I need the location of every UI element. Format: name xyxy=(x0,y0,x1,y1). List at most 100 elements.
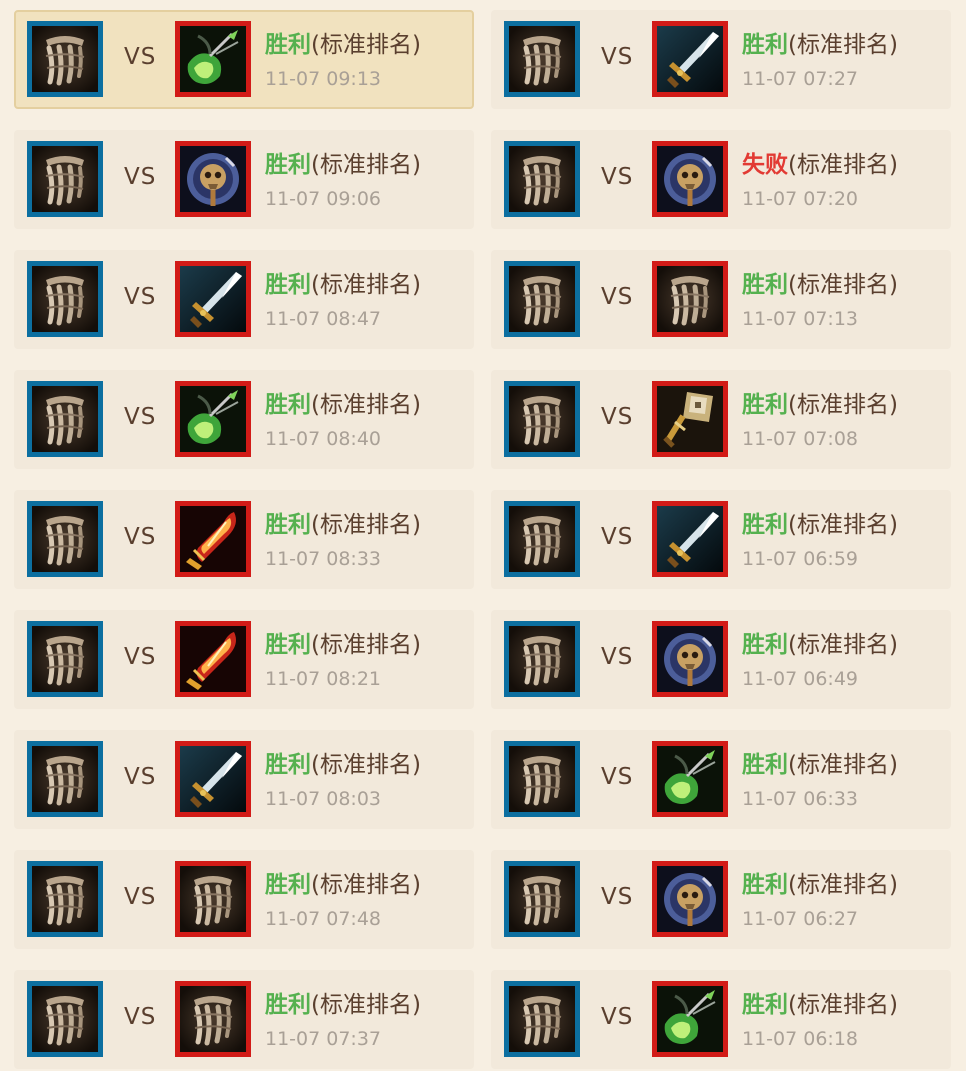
bone-claw-icon xyxy=(32,26,98,92)
match-card[interactable]: VS 胜利(标准排名) 11-07 08:40 xyxy=(14,370,474,469)
player-hero-frame xyxy=(504,141,580,217)
match-time: 11-07 08:03 xyxy=(265,788,382,810)
match-time: 11-07 07:20 xyxy=(742,188,859,210)
match-card[interactable]: VS 胜利(标准排名) 11-07 09:06 xyxy=(14,130,474,229)
vs-label: VS xyxy=(601,1004,634,1030)
match-time: 11-07 07:37 xyxy=(265,1028,382,1050)
match-mode: (标准排名) xyxy=(311,992,421,1018)
opponent-hero-frame xyxy=(175,501,251,577)
match-result: 胜利 xyxy=(742,32,788,58)
vs-label: VS xyxy=(124,884,157,910)
player-hero-frame xyxy=(504,21,580,97)
vs-label: VS xyxy=(601,44,634,70)
match-result: 胜利 xyxy=(742,272,788,298)
vs-label: VS xyxy=(601,884,634,910)
match-mode: (标准排名) xyxy=(788,152,898,178)
match-card[interactable]: VS 胜利(标准排名) 11-07 08:47 xyxy=(14,250,474,349)
match-time: 11-07 08:21 xyxy=(265,668,382,690)
player-hero-frame xyxy=(504,381,580,457)
match-title: 胜利(标准排名) xyxy=(265,625,421,659)
match-result: 胜利 xyxy=(742,992,788,1018)
vs-label: VS xyxy=(124,1004,157,1030)
match-card[interactable]: VS 胜利(标准排名) 11-07 06:33 xyxy=(491,730,951,829)
vs-label: VS xyxy=(601,404,634,430)
opponent-hero-frame xyxy=(175,381,251,457)
match-card[interactable]: VS 胜利(标准排名) 11-07 09:13 xyxy=(14,10,474,109)
match-card[interactable]: VS 胜利(标准排名) 11-07 07:48 xyxy=(14,850,474,949)
match-card[interactable]: VS 胜利(标准排名) 11-07 07:27 xyxy=(491,10,951,109)
match-title: 胜利(标准排名) xyxy=(265,865,421,899)
player-hero-frame xyxy=(504,501,580,577)
match-mode: (标准排名) xyxy=(788,632,898,658)
bone-claw-icon xyxy=(657,266,723,332)
match-mode: (标准排名) xyxy=(311,632,421,658)
opponent-hero-frame xyxy=(652,621,728,697)
golden-hammer-icon xyxy=(657,386,723,452)
match-card[interactable]: VS 胜利(标准排名) 11-07 08:03 xyxy=(14,730,474,829)
match-time: 11-07 06:49 xyxy=(742,668,859,690)
match-card[interactable]: VS 胜利(标准排名) 11-07 06:27 xyxy=(491,850,951,949)
match-title: 胜利(标准排名) xyxy=(265,385,421,419)
match-time: 11-07 09:06 xyxy=(265,188,382,210)
vs-label: VS xyxy=(601,524,634,550)
match-mode: (标准排名) xyxy=(311,872,421,898)
bone-claw-icon xyxy=(509,506,575,572)
match-result: 胜利 xyxy=(265,992,311,1018)
opponent-hero-frame xyxy=(652,861,728,937)
match-title: 胜利(标准排名) xyxy=(742,505,898,539)
match-time: 11-07 06:33 xyxy=(742,788,859,810)
match-mode: (标准排名) xyxy=(788,392,898,418)
vs-label: VS xyxy=(124,404,157,430)
match-card[interactable]: VS 胜利(标准排名) 11-07 08:33 xyxy=(14,490,474,589)
match-time: 11-07 08:40 xyxy=(265,428,382,450)
match-card[interactable]: VS 胜利(标准排名) 11-07 07:08 xyxy=(491,370,951,469)
match-title: 胜利(标准排名) xyxy=(742,745,898,779)
match-title: 胜利(标准排名) xyxy=(742,625,898,659)
match-title: 胜利(标准排名) xyxy=(265,145,421,179)
match-card[interactable]: VS 胜利(标准排名) 11-07 07:37 xyxy=(14,970,474,1069)
opponent-hero-frame xyxy=(175,741,251,817)
match-time: 11-07 06:27 xyxy=(742,908,859,930)
match-card[interactable]: VS 胜利(标准排名) 11-07 08:21 xyxy=(14,610,474,709)
vs-label: VS xyxy=(124,164,157,190)
match-card[interactable]: VS 胜利(标准排名) 11-07 06:59 xyxy=(491,490,951,589)
vs-label: VS xyxy=(124,524,157,550)
opponent-hero-frame xyxy=(175,621,251,697)
match-result: 胜利 xyxy=(265,152,311,178)
opponent-hero-frame xyxy=(652,981,728,1057)
player-hero-frame xyxy=(504,981,580,1057)
match-card[interactable]: VS 胜利(标准排名) 11-07 07:13 xyxy=(491,250,951,349)
match-result: 失败 xyxy=(742,152,788,178)
opponent-hero-frame xyxy=(652,141,728,217)
bone-claw-icon xyxy=(509,626,575,692)
match-time: 11-07 07:08 xyxy=(742,428,859,450)
opponent-hero-frame xyxy=(652,381,728,457)
match-title: 胜利(标准排名) xyxy=(265,985,421,1019)
bone-claw-icon xyxy=(509,986,575,1052)
opponent-hero-frame xyxy=(652,261,728,337)
gold-skull-orb-icon xyxy=(657,626,723,692)
opponent-hero-frame xyxy=(175,261,251,337)
player-hero-frame xyxy=(27,381,103,457)
match-title: 胜利(标准排名) xyxy=(742,265,898,299)
player-hero-frame xyxy=(27,981,103,1057)
match-history-grid: VS 胜利(标准排名) 11-07 09:13 VS 胜利(标准排名) 11-07 07:… xyxy=(0,0,966,1071)
player-hero-frame xyxy=(27,501,103,577)
match-title: 胜利(标准排名) xyxy=(265,265,421,299)
match-mode: (标准排名) xyxy=(311,392,421,418)
match-result: 胜利 xyxy=(265,392,311,418)
gold-skull-orb-icon xyxy=(657,866,723,932)
match-mode: (标准排名) xyxy=(788,272,898,298)
blue-sword-icon xyxy=(657,506,723,572)
gold-skull-orb-icon xyxy=(657,146,723,212)
blue-sword-icon xyxy=(180,266,246,332)
match-card[interactable]: VS 胜利(标准排名) 11-07 06:18 xyxy=(491,970,951,1069)
match-card[interactable]: VS 失败(标准排名) 11-07 07:20 xyxy=(491,130,951,229)
match-card[interactable]: VS 胜利(标准排名) 11-07 06:49 xyxy=(491,610,951,709)
green-spirit-icon xyxy=(657,986,723,1052)
match-mode: (标准排名) xyxy=(788,512,898,538)
bone-claw-icon xyxy=(509,866,575,932)
opponent-hero-frame xyxy=(652,741,728,817)
player-hero-frame xyxy=(27,741,103,817)
bone-claw-icon xyxy=(32,986,98,1052)
